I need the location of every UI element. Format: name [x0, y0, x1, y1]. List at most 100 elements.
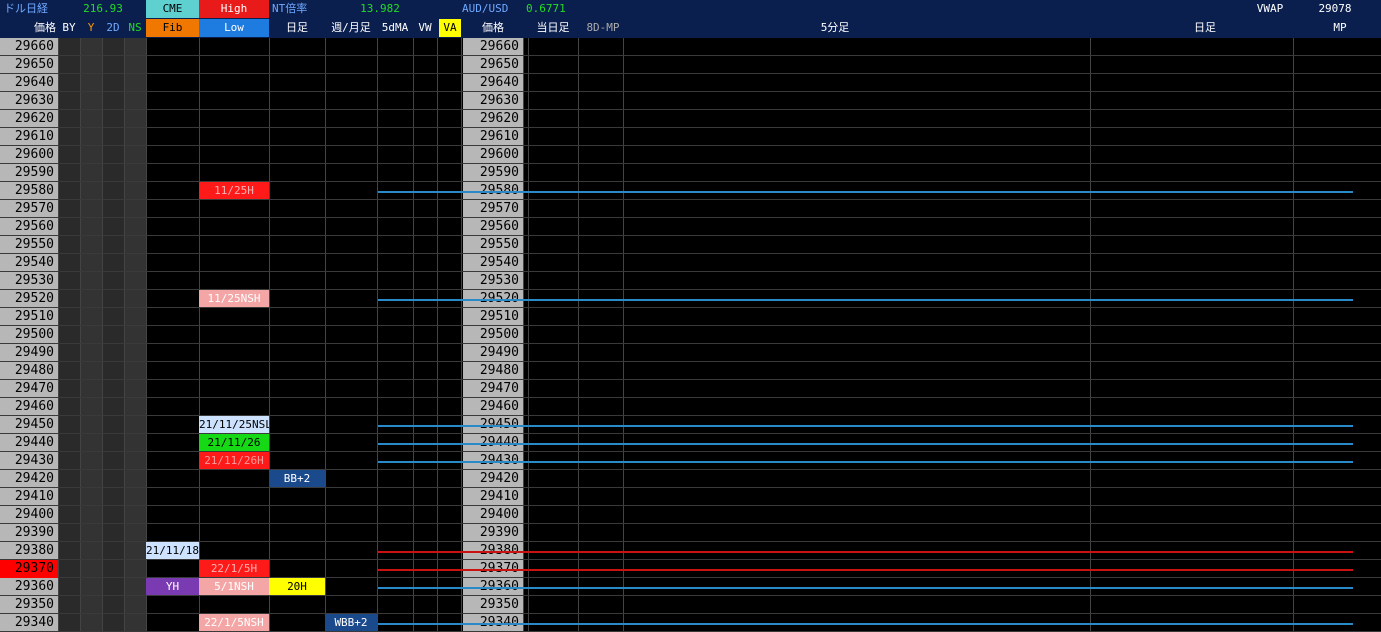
price-label[interactable]: 29390 [0, 524, 58, 542]
level-marker[interactable]: 5/1NSH [199, 578, 269, 595]
price-label-right[interactable]: 29350 [463, 596, 523, 614]
level-marker[interactable]: 22/1/5H [199, 560, 269, 577]
price-label[interactable]: 29590 [0, 164, 58, 182]
level-marker[interactable]: 11/25H [199, 182, 269, 199]
price-label-right[interactable]: 29600 [463, 146, 523, 164]
level-marker[interactable]: 21/11/25NSL [199, 416, 269, 433]
price-label-right[interactable]: 29390 [463, 524, 523, 542]
level-marker[interactable]: 11/25NSH [199, 290, 269, 307]
row-divider [0, 307, 1381, 308]
level-line [378, 191, 1353, 193]
price-label[interactable]: 29540 [0, 254, 58, 272]
nt-ratio-value: 13.982 [360, 2, 400, 15]
high-tab[interactable]: High [199, 0, 269, 18]
level-line [378, 551, 1353, 553]
price-label[interactable]: 29550 [0, 236, 58, 254]
price-label[interactable]: 29380 [0, 542, 58, 560]
price-label[interactable]: 29340 [0, 614, 58, 632]
price-label-right[interactable]: 29480 [463, 362, 523, 380]
row-divider [0, 199, 1381, 200]
price-label[interactable]: 29500 [0, 326, 58, 344]
price-label-right[interactable]: 29590 [463, 164, 523, 182]
price-label-right[interactable]: 29620 [463, 110, 523, 128]
price-label[interactable]: 29460 [0, 398, 58, 416]
price-label[interactable]: 29490 [0, 344, 58, 362]
price-label-right[interactable]: 29630 [463, 92, 523, 110]
level-marker[interactable]: 20H [269, 578, 325, 595]
price-label-right[interactable]: 29460 [463, 398, 523, 416]
price-label[interactable]: 29470 [0, 380, 58, 398]
price-label[interactable]: 29440 [0, 434, 58, 452]
price-label-right[interactable]: 29610 [463, 128, 523, 146]
price-label[interactable]: 29370 [0, 560, 58, 578]
price-label[interactable]: 29400 [0, 506, 58, 524]
level-marker[interactable]: WBB+2 [325, 614, 377, 631]
price-label[interactable]: 29520 [0, 290, 58, 308]
y-header: Y [87, 21, 95, 34]
level-line [378, 623, 1353, 625]
5dma-header: 5dMA [381, 21, 409, 34]
price-label-right[interactable]: 29640 [463, 74, 523, 92]
row-divider [0, 595, 1381, 596]
price-label-right[interactable]: 29400 [463, 506, 523, 524]
price-label[interactable]: 29420 [0, 470, 58, 488]
daily-header: 日足 [286, 21, 308, 34]
price-label[interactable]: 29510 [0, 308, 58, 326]
price-label[interactable]: 29530 [0, 272, 58, 290]
price-label-right[interactable]: 29570 [463, 200, 523, 218]
price-label[interactable]: 29610 [0, 128, 58, 146]
price-label-right[interactable]: 29540 [463, 254, 523, 272]
price-label[interactable]: 29450 [0, 416, 58, 434]
level-marker[interactable]: YH [146, 578, 199, 595]
level-marker[interactable]: BB+2 [269, 470, 325, 487]
price-label-right[interactable]: 29550 [463, 236, 523, 254]
price-label-right[interactable]: 29490 [463, 344, 523, 362]
level-marker[interactable]: 21/11/18 [146, 542, 199, 559]
row-divider [0, 469, 1381, 470]
price-label[interactable]: 29430 [0, 452, 58, 470]
price-label-right[interactable]: 29420 [463, 470, 523, 488]
today-header: 当日足 [536, 21, 570, 34]
price-label[interactable]: 29560 [0, 218, 58, 236]
price-label[interactable]: 29650 [0, 56, 58, 74]
price-label-right[interactable]: 29560 [463, 218, 523, 236]
price-label[interactable]: 29620 [0, 110, 58, 128]
price-label-right[interactable]: 29660 [463, 38, 523, 56]
price-label[interactable]: 29350 [0, 596, 58, 614]
dollar-nikkei-value: 216.93 [83, 2, 123, 15]
cme-tab[interactable]: CME [146, 0, 199, 18]
va-header: VA [439, 19, 461, 37]
price-label[interactable]: 29600 [0, 146, 58, 164]
low-header[interactable]: Low [199, 19, 269, 37]
price-label-right[interactable]: 29470 [463, 380, 523, 398]
price-label-right[interactable]: 29650 [463, 56, 523, 74]
vw-header: VW [418, 21, 432, 34]
level-marker[interactable]: 21/11/26 [199, 434, 269, 451]
row-divider [0, 55, 1381, 56]
dollar-nikkei-label: ドル日経 [4, 2, 48, 15]
price-label-right[interactable]: 29500 [463, 326, 523, 344]
row-divider [0, 145, 1381, 146]
row-divider [0, 253, 1381, 254]
level-marker[interactable]: 22/1/5NSH [199, 614, 269, 631]
price-label[interactable]: 29570 [0, 200, 58, 218]
price-label-right[interactable]: 29530 [463, 272, 523, 290]
price-label[interactable]: 29360 [0, 578, 58, 596]
price-label[interactable]: 29480 [0, 362, 58, 380]
row-divider [0, 397, 1381, 398]
row-divider [0, 343, 1381, 344]
8d-mp-header: 8D-MP [586, 21, 620, 34]
price-label-right[interactable]: 29410 [463, 488, 523, 506]
price-label[interactable]: 29640 [0, 74, 58, 92]
fib-header[interactable]: Fib [146, 19, 199, 37]
row-divider [0, 109, 1381, 110]
row-divider [0, 271, 1381, 272]
2d-header: 2D [106, 21, 120, 34]
price-label-right[interactable]: 29510 [463, 308, 523, 326]
level-marker[interactable]: 21/11/26H [199, 452, 269, 469]
price-label[interactable]: 29660 [0, 38, 58, 56]
price-label[interactable]: 29630 [0, 92, 58, 110]
vwap-value: 29078 [1318, 2, 1352, 15]
price-label[interactable]: 29410 [0, 488, 58, 506]
price-label[interactable]: 29580 [0, 182, 58, 200]
